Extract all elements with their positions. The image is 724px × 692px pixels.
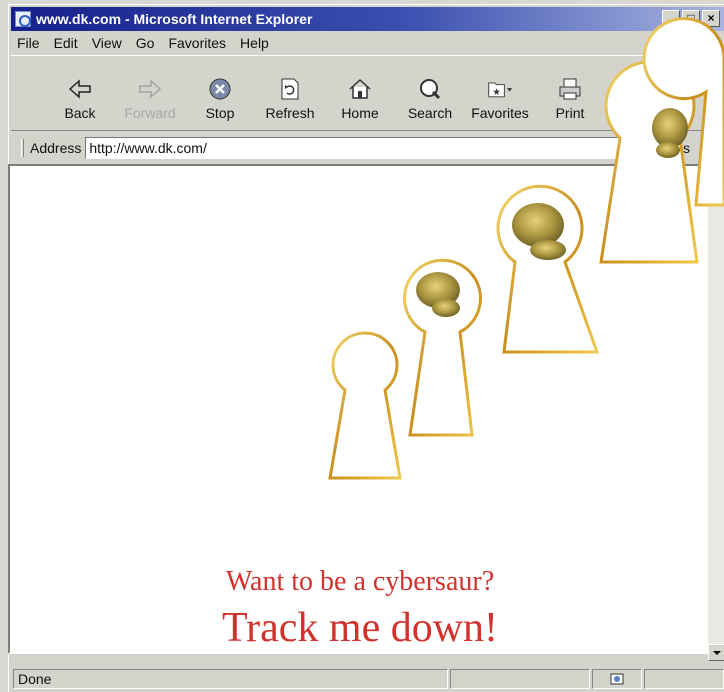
title-bar[interactable]: www.dk.com - Microsoft Internet Explorer… [11, 7, 724, 31]
internet-zone-icon [610, 673, 624, 685]
address-label: Address [30, 140, 82, 156]
standard-toolbar: Back Forward Stop Refresh Home Search Fa… [11, 55, 724, 131]
close-button[interactable]: × [702, 10, 720, 27]
status-security [644, 669, 724, 689]
stop-button[interactable]: Stop [187, 76, 253, 121]
stop-label: Stop [205, 105, 235, 121]
forward-arrow-icon [137, 76, 163, 102]
tagline: Want to be a cybersaur? [225, 566, 495, 597]
address-grip[interactable] [21, 139, 24, 157]
window-controls: _ □ × [662, 10, 720, 27]
menu-edit[interactable]: Edit [54, 35, 78, 51]
window-title: www.dk.com - Microsoft Internet Explorer [36, 11, 313, 27]
scroll-down-icon[interactable] [708, 644, 724, 661]
status-pane [450, 669, 590, 689]
menu-favorites[interactable]: Favorites [168, 35, 226, 51]
favorites-label: Favorites [471, 105, 529, 121]
home-label: Home [341, 105, 379, 121]
home-button[interactable]: Home [327, 76, 393, 121]
back-label: Back [64, 105, 96, 121]
vertical-scrollbar[interactable] [708, 173, 724, 661]
menu-bar: File Edit View Go Favorites Help [11, 33, 724, 53]
minimize-button[interactable]: _ [662, 10, 680, 27]
ie-app-icon[interactable] [15, 11, 31, 27]
favorites-folder-icon [487, 76, 513, 102]
refresh-label: Refresh [265, 105, 315, 121]
address-bar: Address http://www.dk.com/ Links [11, 135, 724, 161]
headline-link[interactable]: Track me down! [10, 604, 706, 652]
refresh-button[interactable]: Refresh [257, 76, 323, 121]
search-icon [417, 76, 443, 102]
status-bar: Done [11, 667, 724, 691]
search-label: Search [407, 105, 453, 121]
status-zone [592, 669, 642, 689]
forward-label: Forward [124, 105, 176, 121]
status-text: Done [13, 669, 448, 689]
address-input[interactable]: http://www.dk.com/ [85, 137, 646, 159]
refresh-icon [277, 76, 303, 102]
maximize-button[interactable]: □ [682, 10, 700, 27]
menu-view[interactable]: View [92, 35, 122, 51]
home-icon [347, 76, 373, 102]
menu-go[interactable]: Go [136, 35, 155, 51]
forward-button[interactable]: Forward [117, 76, 183, 121]
menu-file[interactable]: File [17, 35, 40, 51]
page-content: Want to be a cybersaur? Track me down! [8, 164, 708, 654]
links-label[interactable]: Links [657, 140, 690, 156]
printer-icon [557, 76, 583, 102]
menu-help[interactable]: Help [240, 35, 269, 51]
back-arrow-icon [67, 76, 93, 102]
back-button[interactable]: Back [47, 76, 113, 121]
stop-icon [207, 76, 233, 102]
print-label: Print [555, 105, 585, 121]
print-button[interactable]: Print [537, 76, 603, 121]
search-button[interactable]: Search [397, 76, 463, 121]
favorites-button[interactable]: Favorites [467, 76, 533, 121]
